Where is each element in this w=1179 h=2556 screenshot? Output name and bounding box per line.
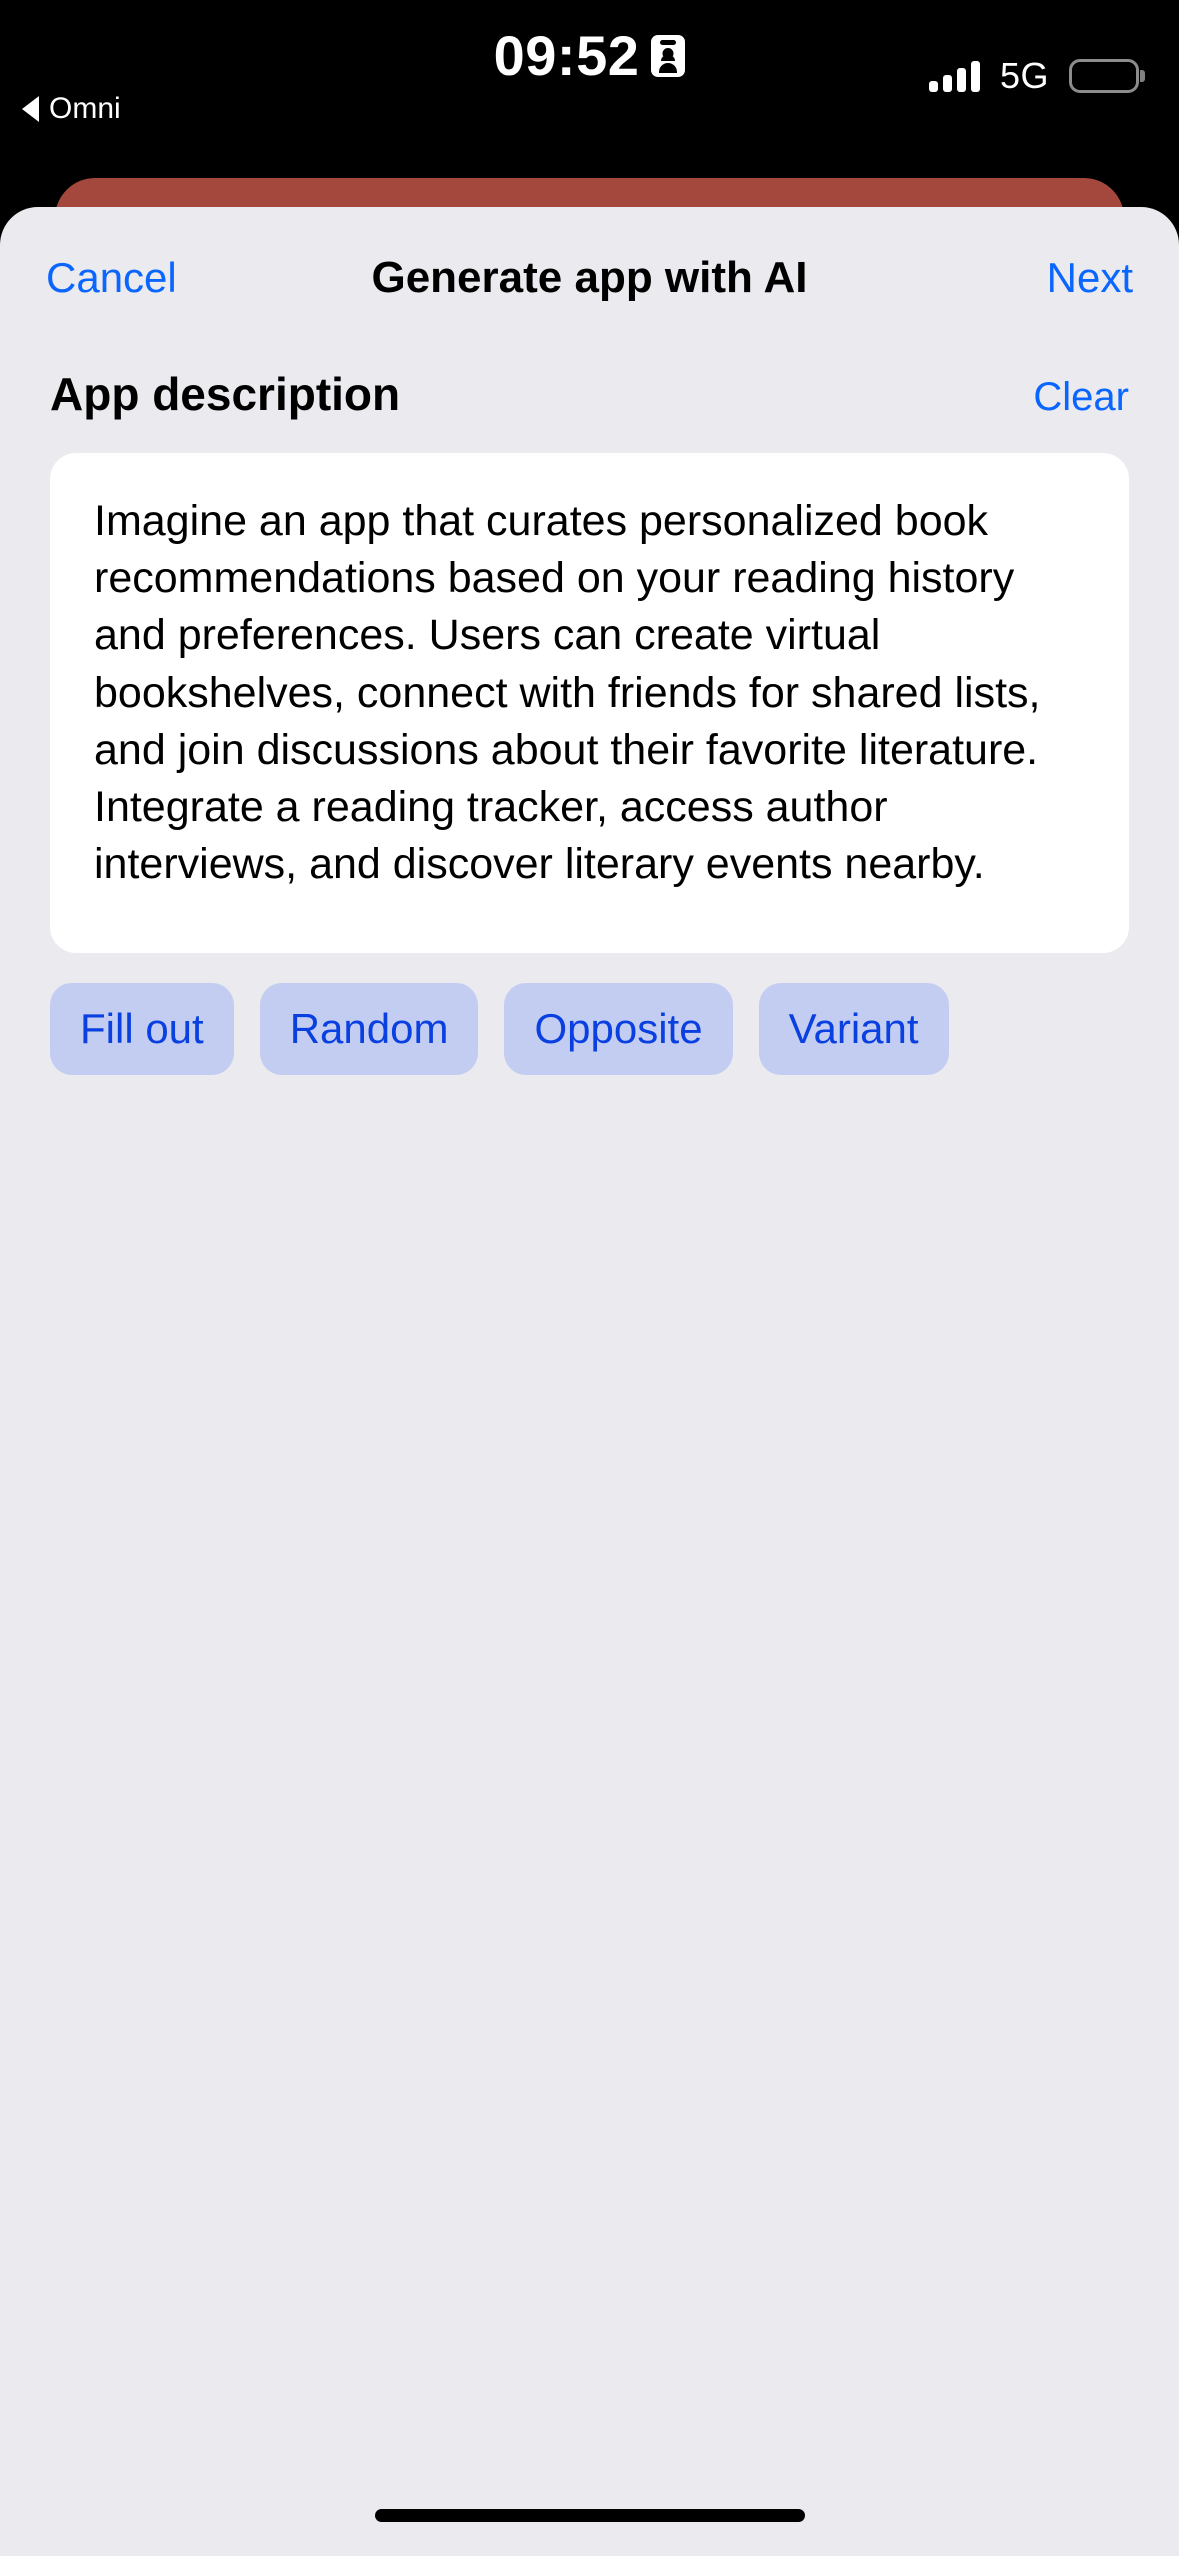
chip-random[interactable]: Random [259,983,479,1075]
sheet-navigation-bar: Cancel Generate app with AI Next [0,207,1179,349]
home-indicator[interactable] [374,2509,805,2522]
back-app-label: Omni [49,92,121,125]
cancel-button[interactable]: Cancel [46,254,177,302]
battery-icon [1069,59,1139,93]
phone-screen: 09:52 Omni 5G Cancel Generate app with A… [0,0,1179,2556]
person-badge-icon [651,35,686,77]
status-bar: 09:52 Omni 5G [0,0,1179,190]
status-bar-indicators: 5G [928,55,1139,96]
suggestion-chips-row: Fill out Random Opposite Variant [0,953,1179,1075]
page-title: Generate app with AI [371,253,808,302]
app-description-textarea[interactable]: Imagine an app that curates personalized… [50,453,1129,953]
clock-time: 09:52 [493,24,640,87]
section-title: App description [50,368,401,420]
chip-variant[interactable]: Variant [758,983,949,1075]
clear-button[interactable]: Clear [1033,375,1129,420]
back-to-app-button[interactable]: Omni [22,92,121,126]
network-type-label: 5G [999,55,1049,96]
generate-app-sheet: Cancel Generate app with AI Next App des… [0,207,1179,2556]
signal-bars-icon [928,60,980,92]
next-button[interactable]: Next [1047,254,1133,302]
back-triangle-icon [22,96,39,122]
chip-fill-out[interactable]: Fill out [50,983,234,1075]
chip-opposite[interactable]: Opposite [504,983,733,1075]
app-description-text[interactable]: Imagine an app that curates personalized… [94,493,1085,893]
app-description-section-header: App description Clear [0,349,1179,421]
